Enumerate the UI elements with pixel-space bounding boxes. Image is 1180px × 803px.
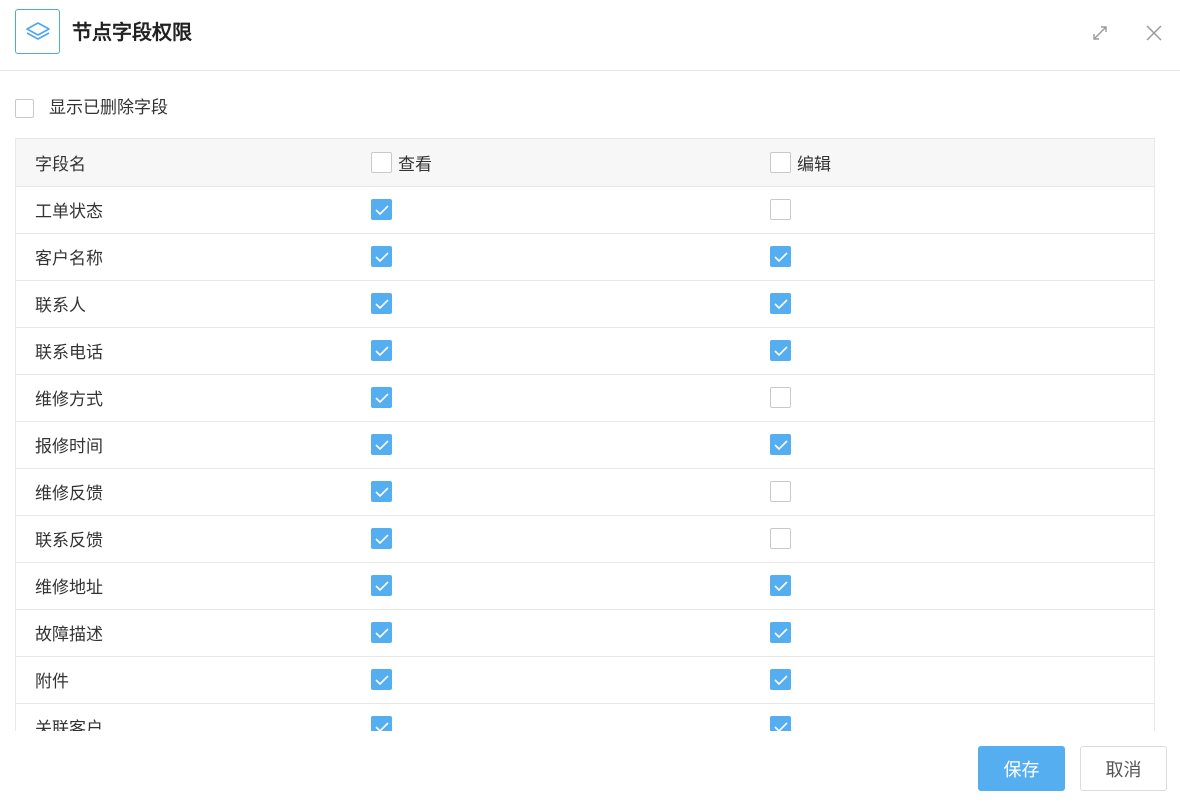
- layers-icon: [15, 9, 60, 54]
- view-cell: [371, 562, 770, 610]
- edit-cell: [770, 562, 1154, 610]
- view-cell: [371, 515, 770, 563]
- view-checkbox[interactable]: [371, 528, 392, 549]
- field-name-cell: 工单状态: [16, 186, 371, 234]
- view-checkbox[interactable]: [371, 387, 392, 408]
- view-checkbox[interactable]: [371, 340, 392, 361]
- field-name-cell: 联系电话: [16, 327, 371, 375]
- table-row: 客户名称: [16, 233, 1154, 281]
- table-row: 附件: [16, 656, 1154, 704]
- view-checkbox[interactable]: [371, 434, 392, 455]
- select-all-edit-checkbox[interactable]: [770, 151, 791, 173]
- view-checkbox[interactable]: [371, 716, 392, 731]
- view-checkbox[interactable]: [371, 481, 392, 502]
- view-header-label: 查看: [398, 154, 432, 175]
- edit-checkbox[interactable]: [770, 340, 791, 361]
- show-deleted-label: 显示已删除字段: [49, 98, 168, 118]
- field-name-cell: 联系反馈: [16, 515, 371, 563]
- view-checkbox[interactable]: [371, 622, 392, 643]
- field-name-cell: 客户名称: [16, 233, 371, 281]
- view-checkbox[interactable]: [371, 669, 392, 690]
- expand-icon[interactable]: [1089, 22, 1111, 44]
- edit-cell: [770, 421, 1154, 469]
- column-header-field-name: 字段名: [16, 139, 371, 187]
- table-row: 报修时间: [16, 421, 1154, 469]
- view-cell: [371, 280, 770, 328]
- field-name-cell: 附件: [16, 656, 371, 704]
- edit-checkbox[interactable]: [770, 669, 791, 690]
- edit-checkbox[interactable]: [770, 716, 791, 731]
- field-name-cell: 报修时间: [16, 421, 371, 469]
- edit-cell: [770, 233, 1154, 281]
- table-row: 工单状态: [16, 186, 1154, 234]
- edit-cell: [770, 703, 1154, 731]
- view-checkbox[interactable]: [371, 246, 392, 267]
- table-row: 故障描述: [16, 609, 1154, 657]
- edit-checkbox[interactable]: [770, 387, 791, 408]
- view-checkbox[interactable]: [371, 293, 392, 314]
- table-header-row: 字段名 查看 编辑: [16, 139, 1154, 187]
- edit-cell: [770, 468, 1154, 516]
- show-deleted-option[interactable]: 显示已删除字段: [15, 96, 168, 120]
- view-cell: [371, 703, 770, 731]
- edit-checkbox[interactable]: [770, 199, 791, 220]
- edit-checkbox[interactable]: [770, 575, 791, 596]
- table-row: 维修反馈: [16, 468, 1154, 516]
- field-name-cell: 联系人: [16, 280, 371, 328]
- table-row: 联系电话: [16, 327, 1154, 375]
- dialog-footer: 保存 取消: [0, 731, 1180, 803]
- edit-header-label: 编辑: [797, 154, 831, 175]
- cancel-button[interactable]: 取消: [1080, 746, 1167, 791]
- edit-cell: [770, 186, 1154, 234]
- field-name-cell: 故障描述: [16, 609, 371, 657]
- table-row: 维修方式: [16, 374, 1154, 422]
- field-name-cell: 维修方式: [16, 374, 371, 422]
- save-button[interactable]: 保存: [978, 746, 1065, 791]
- edit-cell: [770, 609, 1154, 657]
- view-cell: [371, 327, 770, 375]
- edit-checkbox[interactable]: [770, 434, 791, 455]
- column-header-edit: 编辑: [770, 139, 1154, 187]
- column-header-view: 查看: [371, 139, 770, 187]
- edit-cell: [770, 327, 1154, 375]
- table-row: 联系人: [16, 280, 1154, 328]
- view-cell: [371, 609, 770, 657]
- view-cell: [371, 468, 770, 516]
- field-name-cell: 维修反馈: [16, 468, 371, 516]
- edit-checkbox[interactable]: [770, 481, 791, 502]
- edit-cell: [770, 280, 1154, 328]
- edit-checkbox[interactable]: [770, 246, 791, 267]
- select-all-view-checkbox[interactable]: [371, 151, 392, 173]
- table-row: 维修地址: [16, 562, 1154, 610]
- edit-cell: [770, 656, 1154, 704]
- view-cell: [371, 233, 770, 281]
- view-cell: [371, 186, 770, 234]
- view-cell: [371, 656, 770, 704]
- field-name-cell: 关联客户: [16, 703, 371, 731]
- dialog-header: 节点字段权限: [0, 0, 1180, 71]
- table-row: 联系反馈: [16, 515, 1154, 563]
- view-cell: [371, 421, 770, 469]
- field-permission-table: 字段名 查看 编辑 工单状态 客户名称 联系人 联系电话 维修方式 报修时间 维…: [15, 138, 1155, 731]
- show-deleted-checkbox[interactable]: [15, 98, 34, 118]
- field-name-cell: 维修地址: [16, 562, 371, 610]
- edit-checkbox[interactable]: [770, 528, 791, 549]
- view-checkbox[interactable]: [371, 575, 392, 596]
- table-row: 关联客户: [16, 703, 1154, 731]
- edit-checkbox[interactable]: [770, 293, 791, 314]
- edit-checkbox[interactable]: [770, 622, 791, 643]
- dialog-title: 节点字段权限: [72, 20, 192, 44]
- view-checkbox[interactable]: [371, 199, 392, 220]
- edit-cell: [770, 515, 1154, 563]
- view-cell: [371, 374, 770, 422]
- edit-cell: [770, 374, 1154, 422]
- close-icon[interactable]: [1143, 22, 1165, 44]
